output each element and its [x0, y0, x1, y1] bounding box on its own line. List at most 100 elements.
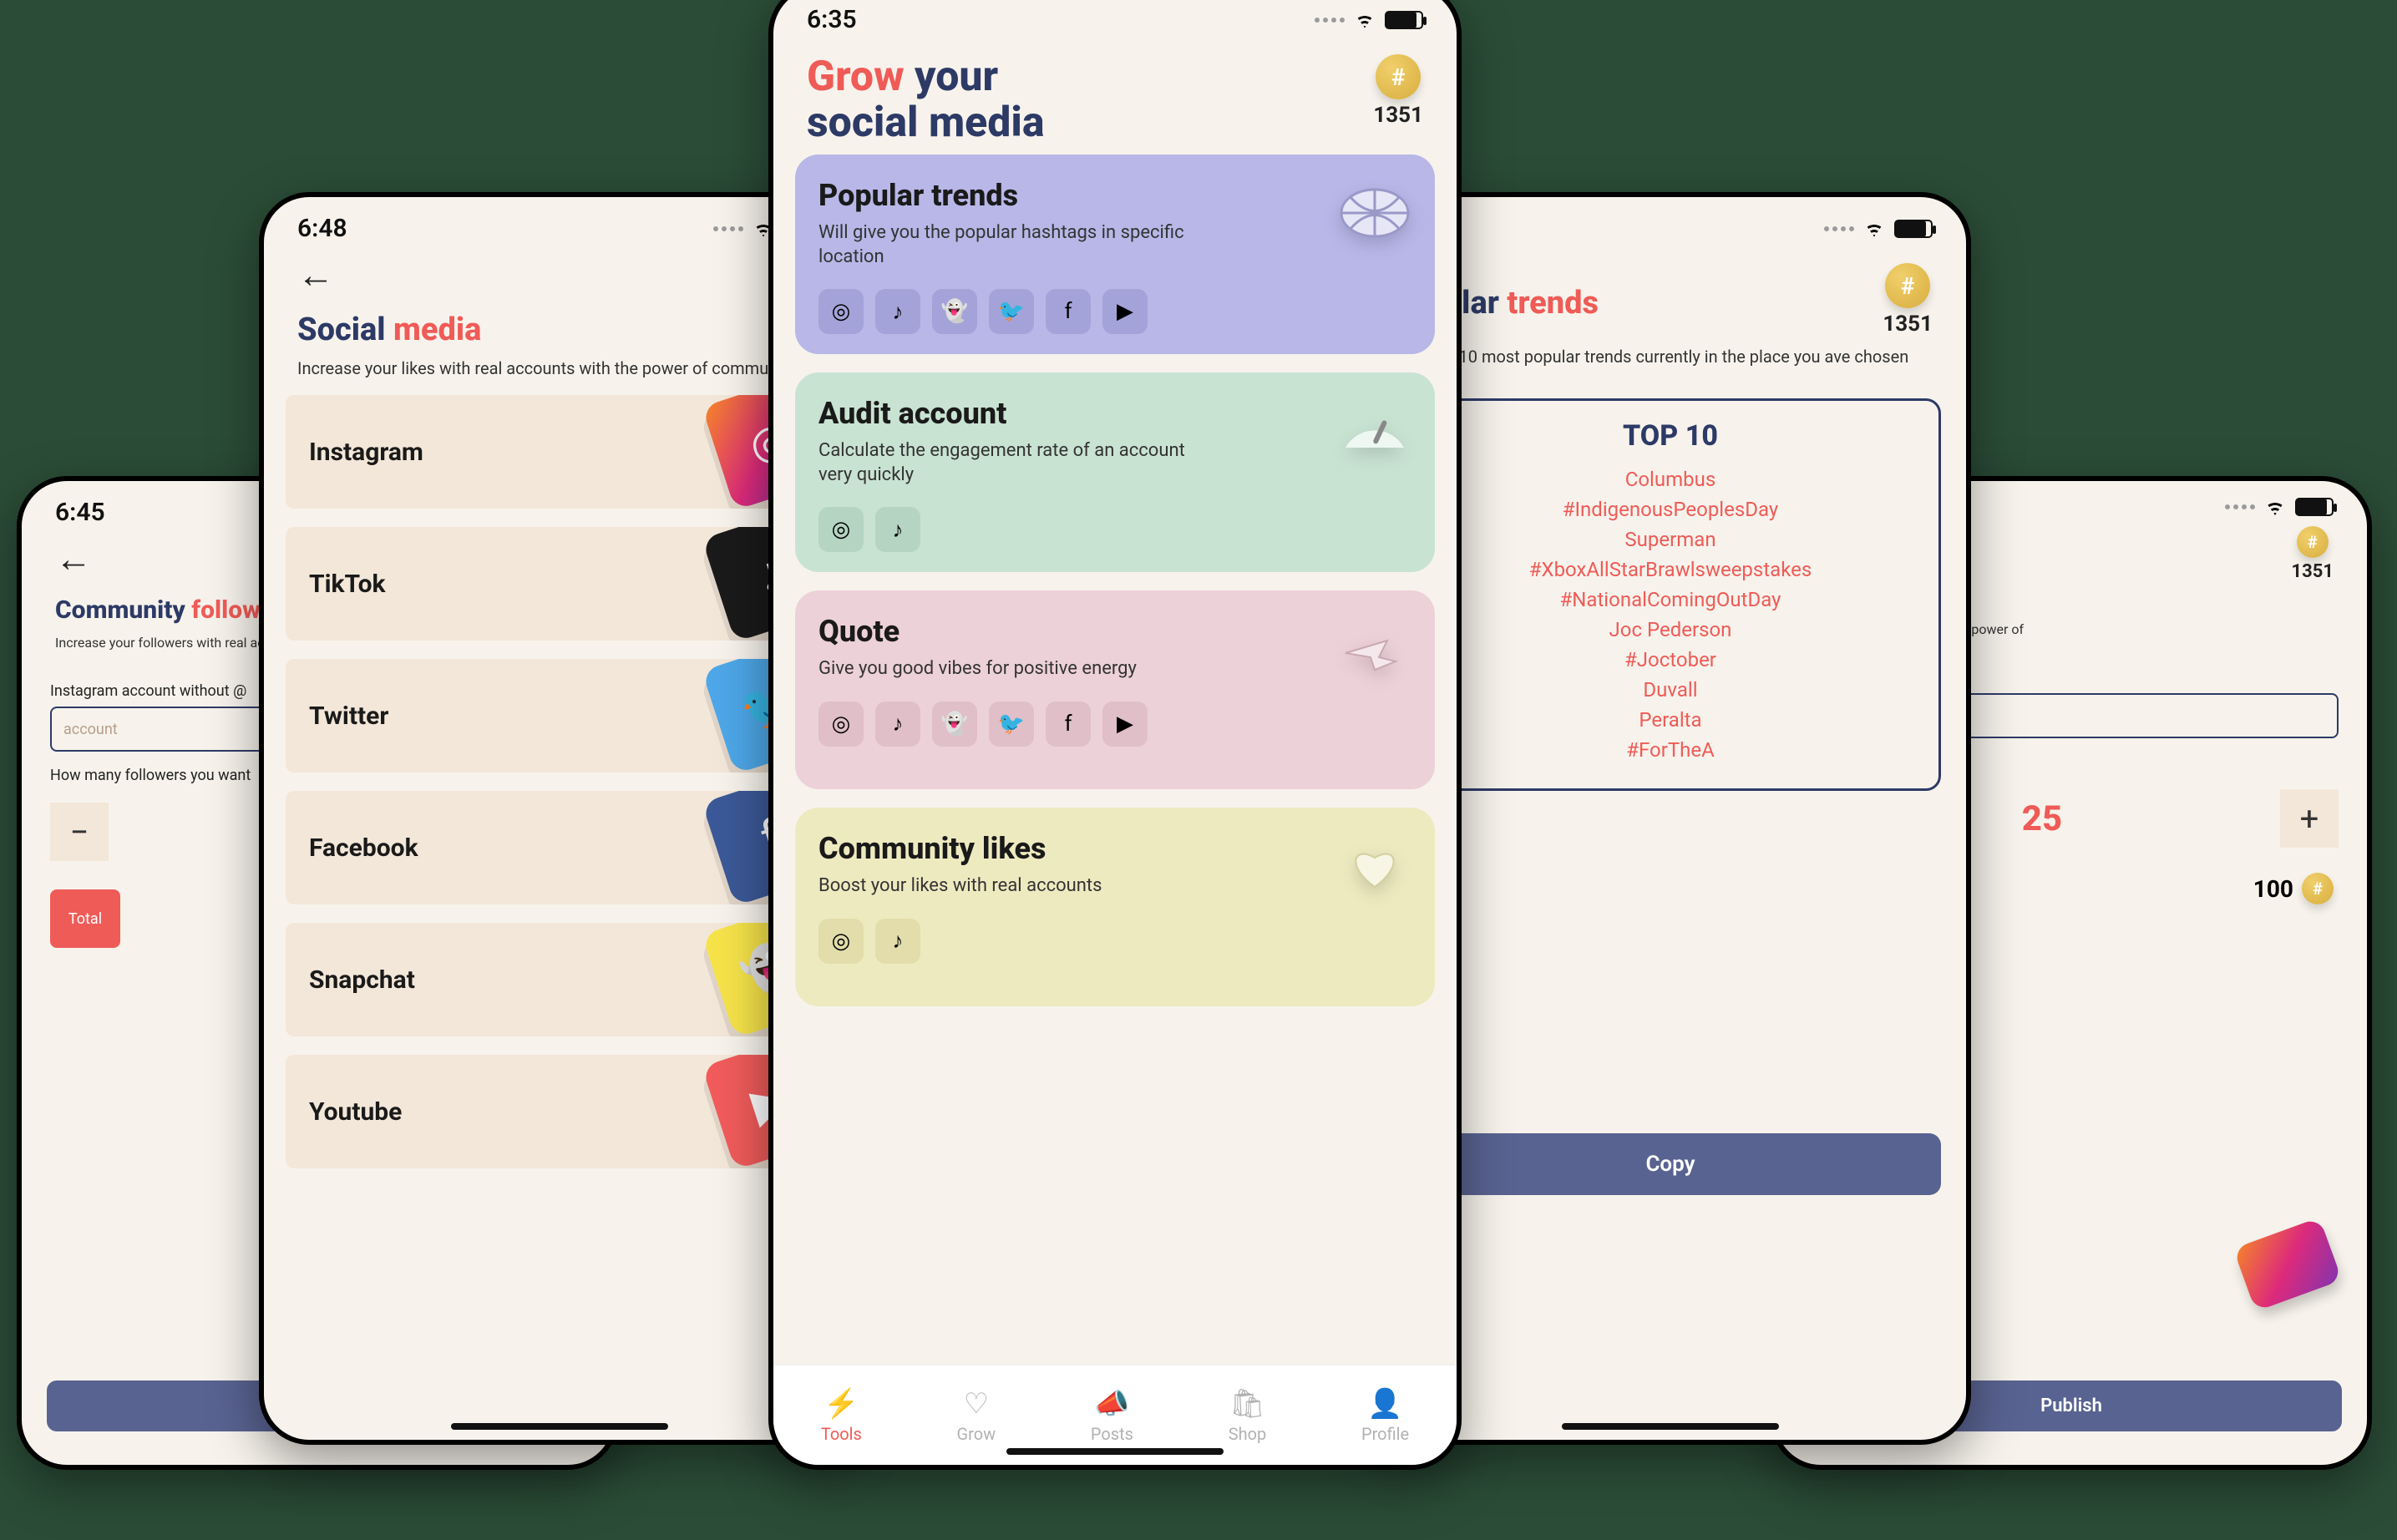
trend-item: #Joctober — [1419, 645, 1922, 675]
coin-balance[interactable]: # 1351 — [1373, 54, 1423, 128]
plus-button[interactable]: + — [2280, 789, 2339, 848]
tab-tools[interactable]: ⚡Tools — [821, 1387, 862, 1444]
platform-list: Instagram◎ TikTok♪ Twitter🐦 Facebookf Sn… — [264, 395, 855, 1168]
cellular-icon — [1315, 18, 1345, 23]
facebook-icon: f — [1046, 289, 1091, 334]
page-title: Grow your social media — [807, 54, 1045, 146]
card-title: Audit account — [818, 396, 1411, 431]
back-button[interactable]: ← — [264, 248, 855, 296]
trend-item: Superman — [1419, 524, 1922, 555]
trend-item: Duvall — [1419, 675, 1922, 705]
battery-icon — [1385, 11, 1423, 29]
status-time: 6:45 — [55, 498, 105, 527]
status-bar: 6:35 — [773, 0, 1457, 39]
instagram-icon: ◎ — [818, 507, 864, 552]
battery-icon — [1894, 220, 1933, 238]
tab-grow[interactable]: ♡Grow — [957, 1387, 996, 1444]
tiktok-icon: ♪ — [875, 702, 920, 747]
trend-item: Columbus — [1419, 464, 1922, 494]
trend-item: #IndigenousPeoplesDay — [1419, 494, 1922, 524]
home-indicator[interactable] — [1006, 1448, 1224, 1455]
instagram-icon: ◎ — [818, 702, 864, 747]
top10-label: TOP 10 — [1419, 419, 1922, 453]
tiktok-icon: ♪ — [875, 507, 920, 552]
list-item-snapchat[interactable]: Snapchat👻 — [286, 923, 834, 1036]
megaphone-icon: 📣 — [1094, 1387, 1129, 1421]
page-subtitle: Increase your likes with real accounts w… — [264, 352, 855, 395]
status-time: 6:35 — [807, 5, 857, 34]
status-bar: 6:48 — [264, 197, 855, 248]
wifi-icon — [2263, 499, 2287, 515]
copy-button[interactable]: Copy — [1400, 1133, 1941, 1195]
status-icons — [2225, 498, 2334, 516]
cellular-icon — [2225, 504, 2255, 509]
coin-icon: # — [1376, 54, 1421, 99]
plane-icon — [1333, 615, 1416, 682]
person-icon: 👤 — [1367, 1387, 1402, 1421]
trend-item: Joc Pederson — [1419, 615, 1922, 645]
bolt-icon: ⚡ — [823, 1387, 859, 1421]
card-desc: Boost your likes with real accounts — [818, 874, 1219, 899]
total-badge: Total — [50, 889, 120, 948]
card-quote[interactable]: Quote Give you good vibes for positive e… — [795, 590, 1435, 789]
card-platform-chips: ◎ ♪ 👻 🐦 f ▶ — [818, 702, 1411, 747]
tab-shop[interactable]: 🛍Shop — [1229, 1387, 1267, 1444]
home-indicator[interactable] — [1562, 1423, 1779, 1430]
card-title: Community likes — [818, 831, 1411, 866]
heart-icon — [1333, 833, 1416, 899]
instagram-icon: ◎ — [818, 289, 864, 334]
facebook-icon: f — [1046, 702, 1091, 747]
status-time: 6:48 — [297, 214, 347, 243]
minus-button[interactable]: − — [50, 803, 109, 861]
snapchat-icon: 👻 — [932, 289, 977, 334]
coin-icon: # — [2302, 873, 2334, 904]
youtube-icon: ▶ — [1102, 702, 1148, 747]
heart-icon: ♡ — [964, 1387, 989, 1421]
battery-icon — [2295, 498, 2334, 516]
bag-icon: 🛍 — [1229, 1387, 1265, 1421]
status-icons — [1315, 11, 1423, 29]
card-community-likes[interactable]: Community likes Boost your likes with re… — [795, 808, 1435, 1006]
card-platform-chips: ◎ ♪ 👻 🐦 f ▶ — [818, 289, 1411, 334]
cellular-icon — [713, 226, 743, 231]
page-title: opular trends — [1408, 285, 1883, 322]
card-platform-chips: ◎ ♪ — [818, 507, 1411, 552]
trend-item: #XboxAllStarBrawlsweepstakes — [1419, 555, 1922, 585]
list-item-instagram[interactable]: Instagram◎ — [286, 395, 834, 509]
home-indicator[interactable] — [451, 1423, 668, 1430]
cost-value: 100 — [2253, 875, 2293, 903]
globe-icon — [1333, 180, 1416, 246]
tiktok-icon: ♪ — [875, 289, 920, 334]
tab-profile[interactable]: 👤Profile — [1361, 1387, 1409, 1444]
coin-balance[interactable]: # 1351 — [1883, 263, 1933, 337]
status-bar: 6:44 — [1375, 197, 1966, 248]
coin-icon: # — [1885, 263, 1930, 308]
page-subtitle: he top 10 most popular trends currently … — [1375, 340, 1966, 383]
card-platform-chips: ◎ ♪ — [818, 919, 1411, 964]
twitter-icon: 🐦 — [989, 289, 1034, 334]
gauge-icon — [1333, 398, 1416, 464]
top10-panel: TOP 10 Columbus #IndigenousPeoplesDay Su… — [1400, 398, 1941, 791]
card-title: Popular trends — [818, 178, 1411, 213]
list-item-youtube[interactable]: Youtube▶ — [286, 1055, 834, 1168]
tab-posts[interactable]: 📣Posts — [1091, 1387, 1133, 1444]
trend-item: #NationalComingOutDay — [1419, 585, 1922, 615]
card-popular-trends[interactable]: Popular trends Will give you the popular… — [795, 155, 1435, 354]
page-title: Social media — [297, 312, 481, 348]
instagram-icon — [2233, 1218, 2343, 1312]
screen-grow-home: 6:35 Grow your social media # 1351 Popul… — [768, 0, 1462, 1470]
list-item-facebook[interactable]: Facebookf — [286, 791, 834, 904]
coin-icon: # — [2297, 526, 2329, 558]
snapchat-icon: 👻 — [932, 702, 977, 747]
cellular-icon — [1824, 226, 1854, 231]
card-title: Quote — [818, 614, 1411, 649]
wifi-icon — [1862, 220, 1886, 237]
coin-balance[interactable]: # 1351 — [2292, 526, 2334, 582]
card-audit-account[interactable]: Audit account Calculate the engagement r… — [795, 372, 1435, 572]
list-item-tiktok[interactable]: TikTok♪ — [286, 527, 834, 641]
list-item-twitter[interactable]: Twitter🐦 — [286, 659, 834, 773]
trend-item: #ForTheA — [1419, 735, 1922, 765]
instagram-icon: ◎ — [818, 919, 864, 964]
status-icons — [1824, 220, 1933, 238]
card-desc: Give you good vibes for positive energy — [818, 657, 1219, 681]
